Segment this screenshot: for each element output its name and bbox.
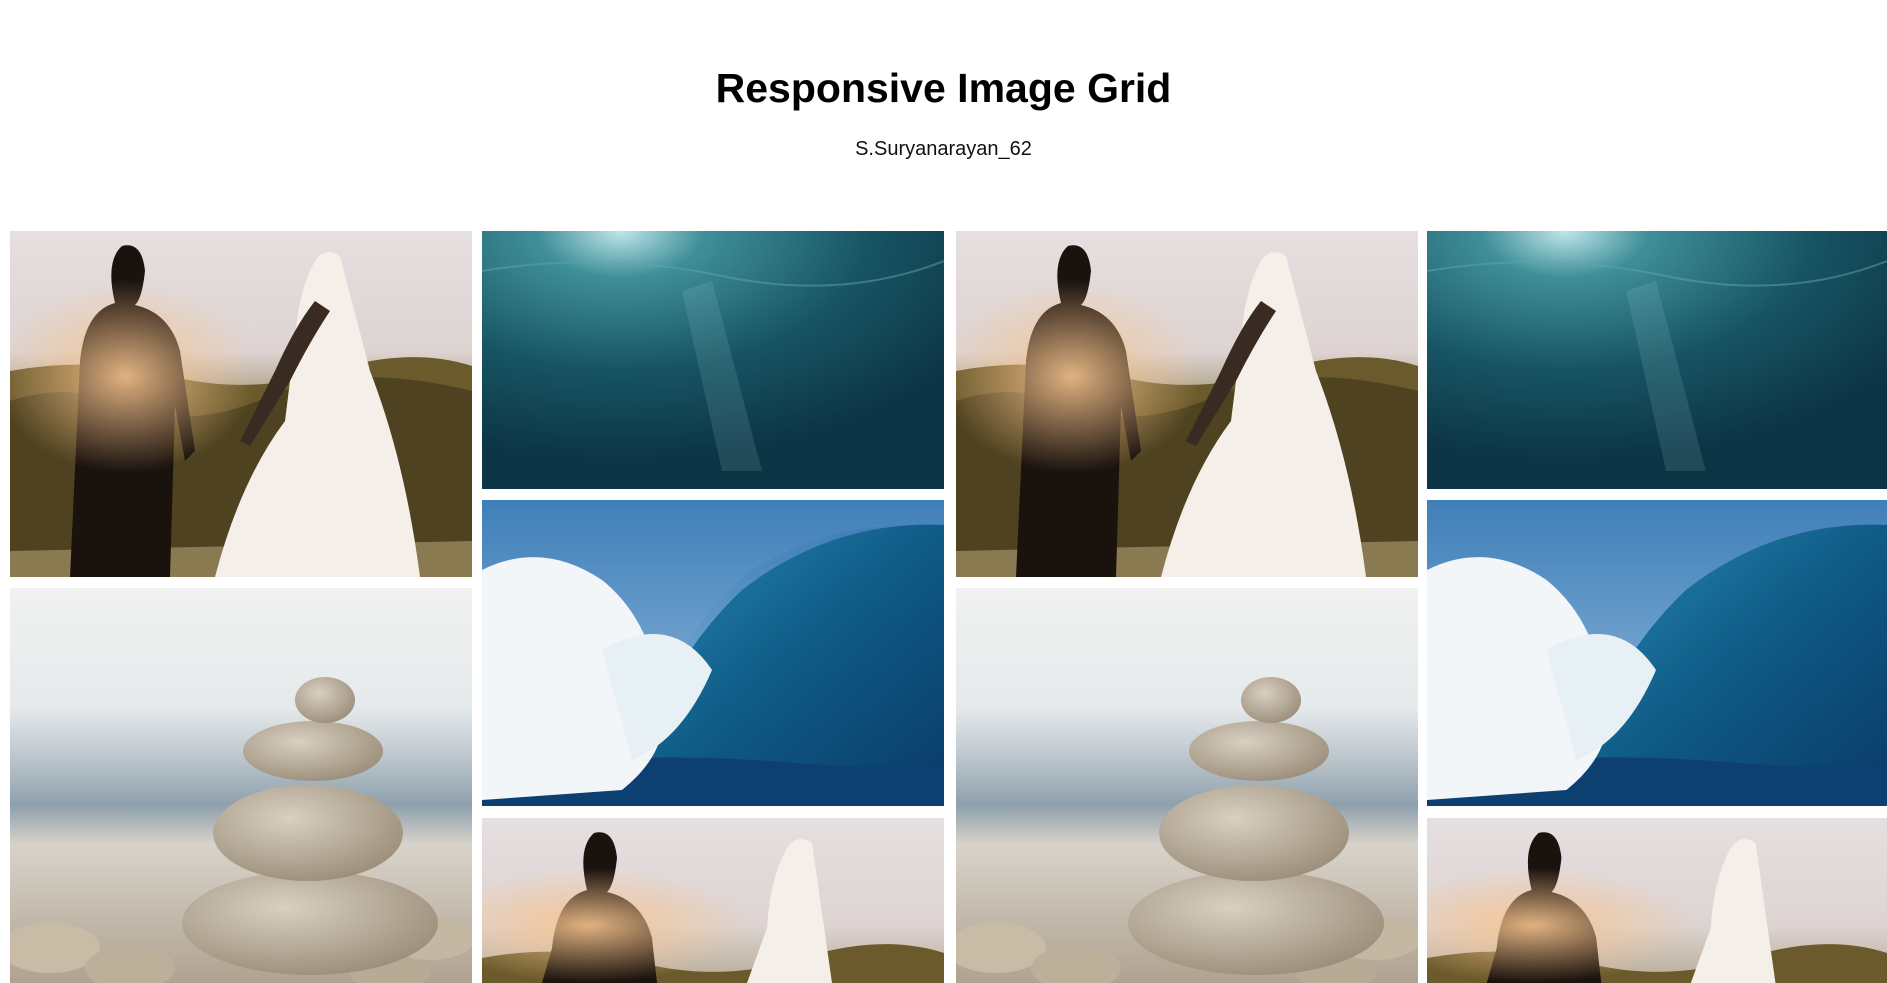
stone-cairn-image [10, 588, 472, 983]
ocean-wave-image [482, 500, 944, 806]
wedding-couple-image [10, 231, 472, 577]
underwater-light-image [482, 231, 944, 489]
image-grid [0, 0, 1887, 983]
wedding-couple-image [482, 818, 944, 983]
ocean-wave-image [1427, 500, 1887, 806]
underwater-light-image [1427, 231, 1887, 489]
wedding-couple-image [1427, 818, 1887, 983]
stone-cairn-image [956, 588, 1418, 983]
wedding-couple-image [956, 231, 1418, 577]
